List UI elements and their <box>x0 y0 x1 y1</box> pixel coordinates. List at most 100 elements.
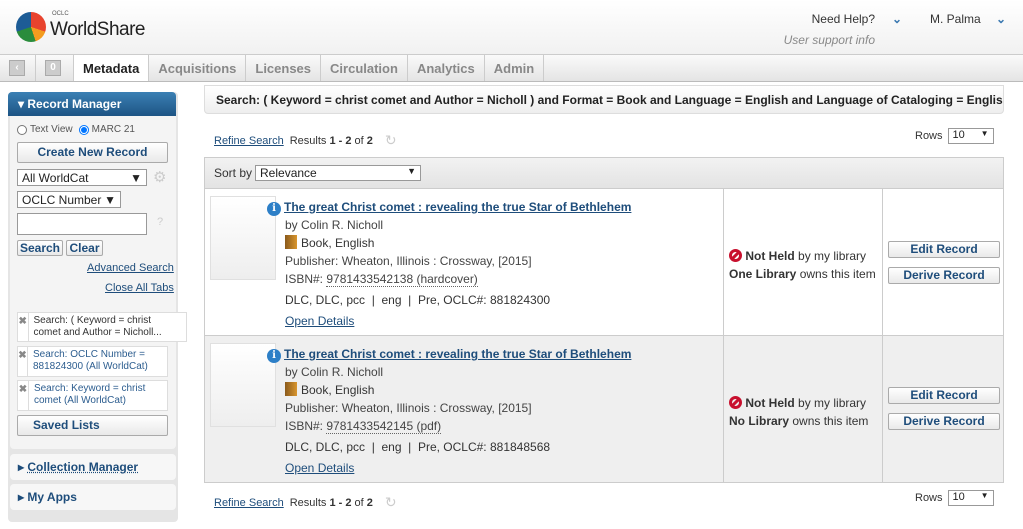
close-icon[interactable]: ✖ <box>18 313 29 341</box>
user-support-info[interactable]: User support info <box>784 33 875 47</box>
logo-oclc: OCLC <box>52 11 69 17</box>
rows-select[interactable]: 10 ▼ <box>947 128 994 144</box>
owners-count: One Library <box>729 267 797 281</box>
record-title-link[interactable]: The great Christ comet : revealing the t… <box>284 347 631 361</box>
open-details-link[interactable]: Open Details <box>285 461 354 475</box>
advanced-search-link[interactable]: Advanced Search <box>87 262 174 274</box>
user-chevron-down-icon[interactable]: ⌄ <box>996 12 1006 26</box>
rows-value: 10 <box>952 129 965 141</box>
results-total: 2 <box>366 134 373 147</box>
record-title-link[interactable]: The great Christ comet : revealing the t… <box>284 200 631 214</box>
held-rest: by my library <box>794 396 867 410</box>
dropdown-arrow-icon: ▼ <box>407 166 417 176</box>
marc21-radio[interactable] <box>78 124 89 135</box>
rows-label: Rows <box>915 130 943 142</box>
results-total: 2 <box>366 496 373 509</box>
record-publisher: Publisher: Wheaton, Illinois : Crossway,… <box>285 254 532 268</box>
tab-acquisitions[interactable]: Acquisitions <box>149 55 247 81</box>
record-format: Book, English <box>301 236 375 250</box>
create-new-record-button[interactable]: Create New Record <box>17 142 168 163</box>
my-apps-label: My Apps <box>27 490 77 504</box>
collection-manager-label: Collection Manager <box>27 460 139 474</box>
record-meta: DLC, DLC, pcc | eng | Pre, OCLC#: 881824… <box>285 293 551 307</box>
tab-metadata[interactable]: Metadata <box>74 55 150 81</box>
owners-count: No Library <box>729 414 790 428</box>
dropdown-arrow-icon: ▼ <box>104 193 116 207</box>
not-held-icon <box>729 396 742 409</box>
saved-lists-button[interactable]: Saved Lists <box>17 415 168 436</box>
refresh-icon[interactable]: ↻ <box>385 494 397 511</box>
dropdown-arrow-icon: ▼ <box>130 171 142 185</box>
index-select[interactable]: OCLC Number ▼ <box>17 191 121 208</box>
scope-value: All WorldCat <box>22 171 89 185</box>
results-range: 1 - 2 <box>329 134 352 147</box>
close-all-tabs-link[interactable]: Close All Tabs <box>105 282 174 294</box>
text-view-label: Text View <box>30 124 73 135</box>
collapse-sidebar-button[interactable]: ‹ <box>0 55 36 81</box>
owners-rest: owns this item <box>796 267 876 281</box>
rows-select[interactable]: 10 ▼ <box>947 490 994 506</box>
logo-text: WorldShare <box>50 19 145 40</box>
history-item[interactable]: ✖ Search: OCLC Number = 881824300 (All Wo… <box>17 346 168 377</box>
open-details-link[interactable]: Open Details <box>285 314 354 328</box>
refresh-icon[interactable]: ↻ <box>385 132 397 149</box>
results-bar-top: Refine Search Results 1 - 2 of 2 ↻ <box>214 132 397 149</box>
info-icon[interactable]: i <box>267 202 281 216</box>
clear-button[interactable]: Clear <box>66 240 103 256</box>
results-of: of <box>354 134 364 147</box>
sort-select[interactable]: Relevance ▼ <box>255 165 422 181</box>
close-icon[interactable]: ✖ <box>18 347 28 376</box>
search-input[interactable] <box>17 213 147 235</box>
my-apps-panel[interactable]: ▸ My Apps <box>10 484 176 510</box>
collection-manager-panel[interactable]: ▸ Collection Manager <box>10 454 176 480</box>
history-label: Search: OCLC Number = 881824300 (All Wor… <box>32 349 148 372</box>
record-isbn: 9781433542145 (pdf) <box>326 419 442 434</box>
info-icon[interactable]: i <box>267 349 281 363</box>
text-view-radio[interactable] <box>17 124 27 135</box>
search-button[interactable]: Search <box>17 240 63 256</box>
help-question-icon[interactable]: ? <box>157 216 163 228</box>
edit-record-button[interactable]: Edit Record <box>888 241 1000 258</box>
history-label: Search: ( Keyword = christ comet and Aut… <box>33 315 162 338</box>
worldshare-logo[interactable]: OCLC WorldShare <box>16 11 145 42</box>
marc21-label: MARC 21 <box>91 124 135 135</box>
history-item-active[interactable]: ✖ Search: ( Keyword = christ comet and Au… <box>17 312 187 342</box>
scope-select[interactable]: All WorldCat ▼ <box>17 169 147 186</box>
results-count: Results 1 - 2 of 2 <box>290 135 373 147</box>
record-manager-title: Record Manager <box>27 97 122 111</box>
dropdown-arrow-icon: ▼ <box>980 129 989 138</box>
help-chevron-down-icon[interactable]: ⌄ <box>892 12 902 26</box>
refine-search-link[interactable]: Refine Search <box>214 135 284 147</box>
tab-circulation[interactable]: Circulation <box>321 55 408 81</box>
user-name[interactable]: M. Palma <box>930 12 981 26</box>
result-row: i The great Christ comet : revealing the … <box>205 335 1003 482</box>
held-status: Not Held <box>745 249 795 263</box>
history-item[interactable]: ✖ Search: Keyword = christ comet (All Wor… <box>17 380 168 411</box>
results-of: of <box>354 496 364 509</box>
need-help-label[interactable]: Need Help? <box>784 12 875 26</box>
record-manager-header[interactable]: ▾ Record Manager <box>8 92 176 116</box>
counter-button[interactable]: 0 <box>36 55 74 81</box>
globe-logo-icon <box>16 12 46 42</box>
edit-record-button[interactable]: Edit Record <box>888 387 1000 404</box>
index-value: OCLC Number <box>22 193 102 207</box>
book-icon <box>285 382 297 396</box>
derive-record-button[interactable]: Derive Record <box>888 413 1000 430</box>
tab-licenses[interactable]: Licenses <box>246 55 322 81</box>
isbn-label: ISBN#: <box>285 272 324 286</box>
refine-search-link[interactable]: Refine Search <box>214 497 284 509</box>
help-menu[interactable]: Need Help? User support info <box>784 12 875 47</box>
tab-analytics[interactable]: Analytics <box>408 55 485 81</box>
chevron-left-icon: ‹ <box>9 60 25 76</box>
derive-record-button[interactable]: Derive Record <box>888 267 1000 284</box>
search-query-summary: Search: ( Keyword = christ comet and Aut… <box>204 85 1004 114</box>
owners-rest: owns this item <box>789 414 869 428</box>
book-icon <box>285 235 297 249</box>
held-rest: by my library <box>794 249 867 263</box>
rows-label: Rows <box>915 492 943 504</box>
results-label: Results <box>289 496 327 509</box>
close-icon[interactable]: ✖ <box>18 381 29 410</box>
holdings-info: Not Held by my library One Library owns t… <box>729 247 876 283</box>
tab-admin[interactable]: Admin <box>485 55 545 81</box>
gear-icon[interactable]: ⚙ <box>153 168 166 186</box>
